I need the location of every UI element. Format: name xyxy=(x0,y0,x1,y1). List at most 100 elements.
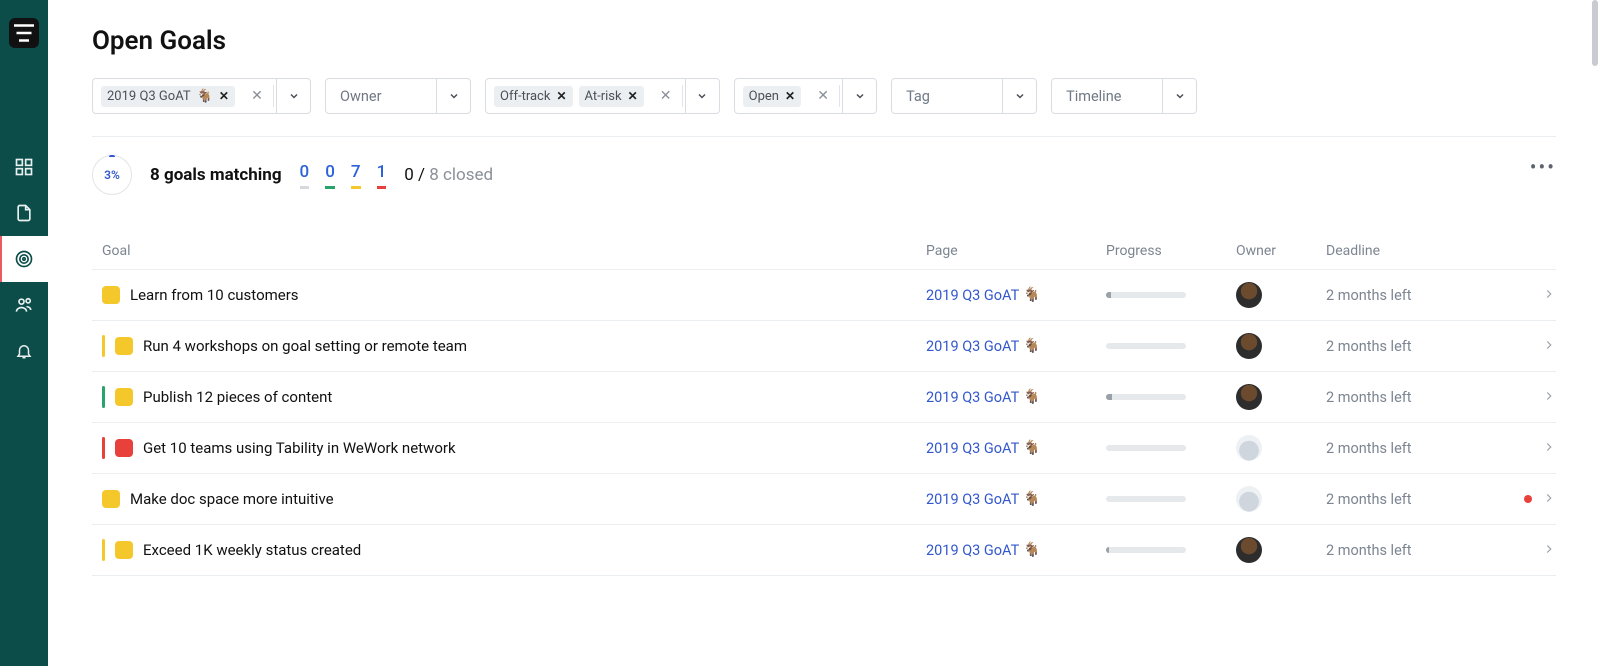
app-logo[interactable] xyxy=(9,18,39,48)
status-stripe xyxy=(102,539,105,561)
avatar[interactable] xyxy=(1236,486,1262,512)
nav-goals[interactable] xyxy=(0,236,48,282)
table-row[interactable]: Run 4 workshops on goal setting or remot… xyxy=(92,321,1556,372)
goal-title: Publish 12 pieces of content xyxy=(143,388,332,406)
confidence-chip xyxy=(115,439,133,457)
chevron-down-icon xyxy=(1014,90,1026,102)
chip-label: At-risk xyxy=(585,89,622,104)
avatar[interactable] xyxy=(1236,282,1262,308)
chevron-right-icon xyxy=(1542,337,1556,356)
filter-tag[interactable]: Tag xyxy=(891,78,1037,114)
page-link[interactable]: 2019 Q3 GoAT🐐 xyxy=(926,389,1096,406)
chip-atrisk[interactable]: At-risk ✕ xyxy=(579,86,644,107)
deadline-label: 2 months left xyxy=(1326,542,1506,559)
status-stripe xyxy=(102,335,105,357)
page-link[interactable]: 2019 Q3 GoAT🐐 xyxy=(926,287,1096,304)
chevron-down-icon xyxy=(448,90,460,102)
filter-status[interactable]: Open ✕ ✕ xyxy=(734,78,877,114)
main-content: Open Goals 2019 Q3 GoAT 🐐 ✕ ✕ Owner Off-… xyxy=(48,0,1600,666)
filter-placeholder: Timeline xyxy=(1060,88,1127,105)
goat-icon: 🐐 xyxy=(1023,491,1040,507)
chevron-right-icon xyxy=(1542,388,1556,407)
scrollbar-thumb[interactable] xyxy=(1592,0,1598,66)
col-page: Page xyxy=(926,243,1096,259)
more-menu-button[interactable]: ••• xyxy=(1530,155,1556,179)
nav-dashboard[interactable] xyxy=(0,144,48,190)
filter-cycle[interactable]: 2019 Q3 GoAT 🐐 ✕ ✕ xyxy=(92,78,311,114)
filter-dropdown-button[interactable] xyxy=(436,79,470,113)
chip-cycle[interactable]: 2019 Q3 GoAT 🐐 ✕ xyxy=(101,86,235,107)
goat-icon: 🐐 xyxy=(1023,542,1040,558)
table-row[interactable]: Get 10 teams using Tability in WeWork ne… xyxy=(92,423,1556,474)
filter-health[interactable]: Off-track ✕ At-risk ✕ ✕ xyxy=(485,78,720,114)
chip-remove-icon[interactable]: ✕ xyxy=(556,89,566,103)
chip-open[interactable]: Open ✕ xyxy=(743,86,801,107)
count-no-status[interactable]: 0 xyxy=(300,162,310,189)
filter-dropdown-button[interactable] xyxy=(1002,79,1036,113)
goal-title: Get 10 teams using Tability in WeWork ne… xyxy=(143,439,456,457)
page-title: Open Goals xyxy=(92,26,1556,56)
chip-offtrack[interactable]: Off-track ✕ xyxy=(494,86,573,107)
avatar[interactable] xyxy=(1236,435,1262,461)
goals-table: Goal Page Progress Owner Deadline Learn … xyxy=(92,243,1556,576)
chip-remove-icon[interactable]: ✕ xyxy=(628,89,638,103)
target-icon xyxy=(14,249,34,269)
page-link[interactable]: 2019 Q3 GoAT🐐 xyxy=(926,338,1096,355)
avatar[interactable] xyxy=(1236,333,1262,359)
table-row[interactable]: Publish 12 pieces of content 2019 Q3 GoAT… xyxy=(92,372,1556,423)
goat-icon: 🐐 xyxy=(1023,440,1040,456)
deadline-label: 2 months left xyxy=(1326,338,1506,355)
table-row[interactable]: Exceed 1K weekly status created2019 Q3 G… xyxy=(92,525,1556,576)
filter-timeline[interactable]: Timeline xyxy=(1051,78,1197,114)
filter-clear-button[interactable]: ✕ xyxy=(809,79,837,113)
status-counts: 0 0 7 1 xyxy=(300,162,387,189)
progress-bar xyxy=(1106,547,1186,553)
chevron-right-icon xyxy=(1542,490,1556,509)
progress-bar xyxy=(1106,343,1186,349)
count-on-track[interactable]: 0 xyxy=(325,162,335,189)
table-row[interactable]: Make doc space more intuitive 2019 Q3 GoA… xyxy=(92,474,1556,525)
avatar[interactable] xyxy=(1236,384,1262,410)
chip-label: Off-track xyxy=(500,89,550,104)
filter-clear-button[interactable]: ✕ xyxy=(652,79,680,113)
sidebar xyxy=(0,0,48,666)
summary-row: 3% 8 goals matching 0 0 7 1 0 / 8 closed… xyxy=(92,137,1556,201)
progress-ring-value: 3% xyxy=(104,168,120,182)
table-row[interactable]: Learn from 10 customers2019 Q3 GoAT🐐2 mo… xyxy=(92,270,1556,321)
chevron-right-icon xyxy=(1542,541,1556,560)
chip-remove-icon[interactable]: ✕ xyxy=(219,89,229,103)
page-link[interactable]: 2019 Q3 GoAT🐐 xyxy=(926,491,1096,508)
chevron-down-icon xyxy=(696,90,708,102)
avatar[interactable] xyxy=(1236,537,1262,563)
page-link[interactable]: 2019 Q3 GoAT🐐 xyxy=(926,440,1096,457)
filter-dropdown-button[interactable] xyxy=(276,79,310,113)
col-deadline: Deadline xyxy=(1326,243,1506,259)
page-link[interactable]: 2019 Q3 GoAT🐐 xyxy=(926,542,1096,559)
chip-remove-icon[interactable]: ✕ xyxy=(785,89,795,103)
table-header: Goal Page Progress Owner Deadline xyxy=(92,243,1556,270)
goat-icon: 🐐 xyxy=(197,89,213,104)
col-goal: Goal xyxy=(102,243,916,259)
nav-people[interactable] xyxy=(0,282,48,328)
chevron-right-icon xyxy=(1542,286,1556,305)
document-icon xyxy=(14,203,34,223)
deadline-label: 2 months left xyxy=(1326,287,1506,304)
count-off-track[interactable]: 1 xyxy=(377,162,387,189)
col-owner: Owner xyxy=(1236,243,1316,259)
filter-dropdown-button[interactable] xyxy=(1162,79,1196,113)
deadline-label: 2 months left xyxy=(1326,491,1506,508)
goal-title: Make doc space more intuitive xyxy=(130,490,334,508)
filter-dropdown-button[interactable] xyxy=(842,79,876,113)
filter-clear-button[interactable]: ✕ xyxy=(243,79,271,113)
progress-bar xyxy=(1106,292,1186,298)
closed-count: 0 / 8 closed xyxy=(404,165,493,185)
count-at-risk[interactable]: 7 xyxy=(351,162,361,189)
filter-placeholder: Owner xyxy=(334,88,387,105)
nav-notifications[interactable] xyxy=(0,328,48,374)
filter-dropdown-button[interactable] xyxy=(685,79,719,113)
match-count-label: 8 goals matching xyxy=(150,165,282,185)
nav-documents[interactable] xyxy=(0,190,48,236)
filter-owner[interactable]: Owner xyxy=(325,78,471,114)
confidence-chip xyxy=(115,541,133,559)
goat-icon: 🐐 xyxy=(1023,338,1040,354)
